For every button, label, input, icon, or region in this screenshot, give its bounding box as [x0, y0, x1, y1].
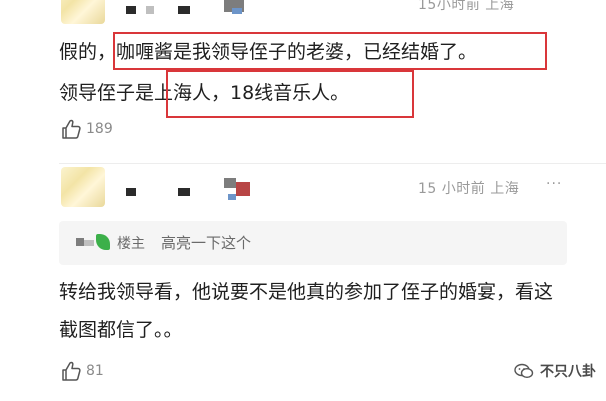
reply-avatar-pixel	[84, 240, 94, 246]
comment1-like-count: 189	[86, 121, 113, 137]
thumbs-up-icon	[62, 361, 81, 381]
comment2-username-pixel	[178, 188, 190, 196]
comment2-text: 转给我领导看，他说要不是他真的参加了侄子的婚宴，看这截图都信了。。	[59, 281, 554, 341]
comment2-badge-pixel	[236, 182, 250, 196]
leaf-badge-icon	[96, 234, 110, 250]
comment2-username-pixel	[126, 188, 136, 196]
comment-divider	[59, 163, 606, 164]
comment1-username-pixel	[126, 6, 136, 14]
comment2-badge-pixel	[228, 194, 236, 200]
comment2-meta: 15 小时前 上海	[418, 181, 520, 197]
reply-quote-text: 高亮一下这个	[161, 234, 252, 252]
comment1-username-pixel	[146, 6, 154, 14]
comment1-username-pixel	[178, 6, 190, 14]
comment2-more-icon[interactable]: ···	[546, 176, 562, 192]
comment2-like-count: 81	[86, 363, 104, 379]
comment-feed: 15小时前 上海 ··· 假的，咖喱酱是我领导侄子的老婆，已经结婚了。 领导侄子…	[0, 0, 606, 401]
highlight-box-1	[113, 32, 547, 70]
comment1-meta: 15小时前 上海	[418, 0, 515, 13]
comment1-avatar[interactable]	[61, 0, 105, 24]
comment2-avatar[interactable]	[61, 167, 105, 207]
comment2-like-button[interactable]: 81	[60, 360, 104, 382]
reply-avatar-pixel	[76, 238, 84, 246]
comment1-like-button[interactable]: 189	[60, 118, 113, 140]
reply-quote-box[interactable]: 楼主 高亮一下这个	[59, 221, 567, 265]
thumbs-up-icon	[62, 119, 81, 139]
comment1-more-icon[interactable]: ···	[546, 0, 562, 8]
watermark: 不只八卦	[514, 361, 596, 381]
author-tag: 楼主	[117, 236, 145, 252]
wechat-icon	[514, 363, 534, 379]
watermark-text: 不只八卦	[540, 364, 596, 380]
highlight-box-2	[166, 70, 414, 118]
comment2-badge-pixel	[224, 178, 236, 188]
comment1-badge-pixel	[232, 8, 242, 14]
